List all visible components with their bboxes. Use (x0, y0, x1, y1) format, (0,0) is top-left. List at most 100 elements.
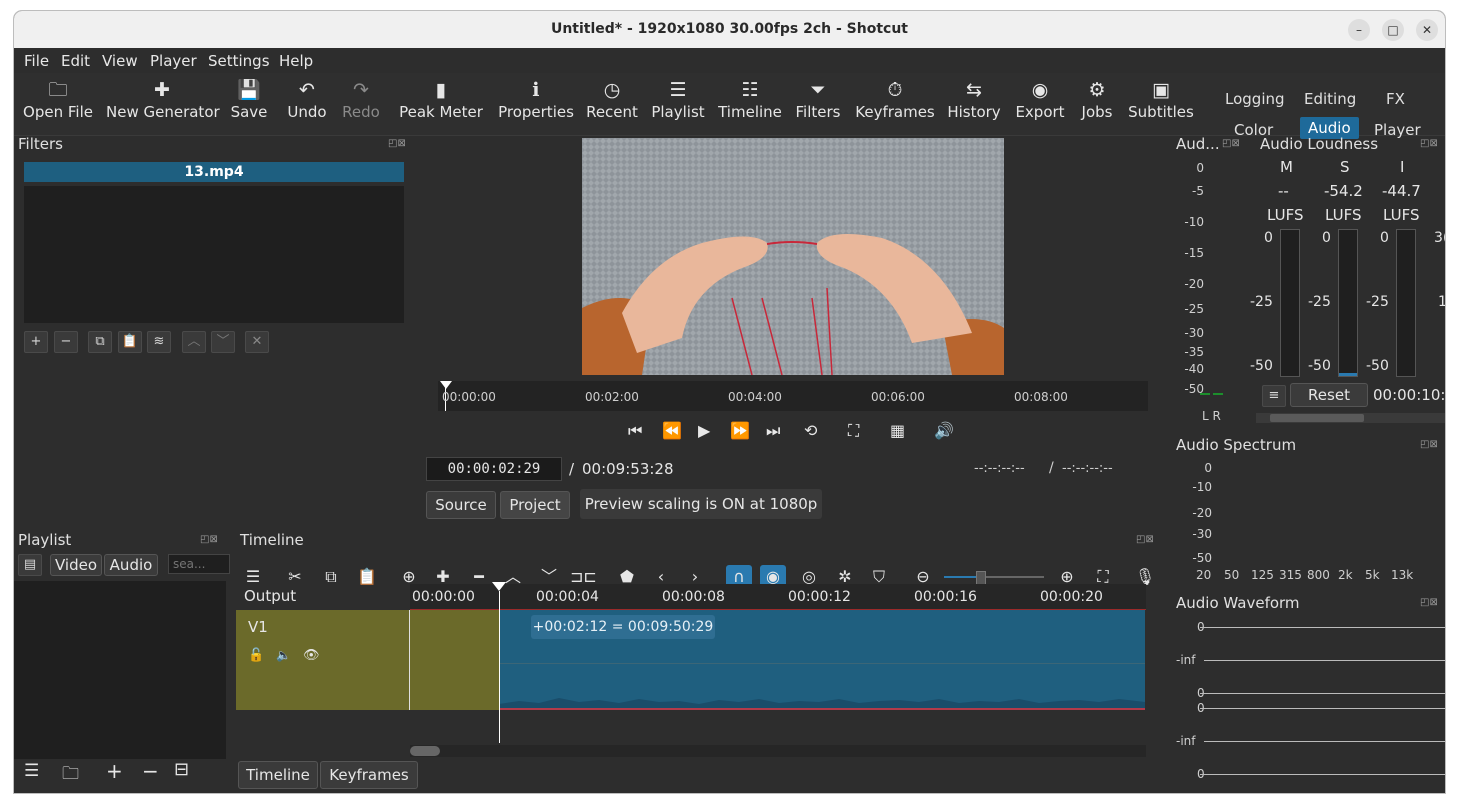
playlist-video-button[interactable]: Video (50, 554, 102, 576)
copy-filter-button[interactable]: ⧉ (88, 331, 112, 353)
mute-icon[interactable]: 🔈 (276, 648, 291, 662)
remove-filter-button[interactable]: − (54, 331, 78, 353)
menu-help[interactable]: Help (279, 52, 313, 70)
timeline-close-icon[interactable]: ◰⊠ (1136, 534, 1154, 545)
duration-label: 00:09:53:28 (582, 460, 674, 478)
player-playhead[interactable] (440, 381, 452, 389)
playlist-remove-icon[interactable]: − (142, 759, 159, 783)
playlist-view-icon[interactable]: ▤ (18, 554, 42, 576)
fast-forward-icon[interactable]: ⏩ (730, 421, 750, 440)
playlist-close-icon[interactable]: ◰⊠ (200, 534, 218, 545)
menu-edit[interactable]: Edit (61, 52, 90, 70)
menu-view[interactable]: View (102, 52, 138, 70)
v1-track-header[interactable]: V1 🔓 🔈 👁 (236, 610, 409, 710)
playlist-update-icon[interactable]: ⊟ (174, 759, 189, 780)
deselect-filter-button[interactable]: ✕ (245, 331, 269, 353)
grid-icon[interactable]: ▦ (890, 421, 905, 440)
undo-button[interactable]: ↶ Undo (286, 73, 328, 135)
redo-button[interactable]: ↷ Redo (340, 73, 382, 135)
history-button[interactable]: ⇆ History (946, 73, 1002, 135)
track-selected-area[interactable] (410, 610, 499, 710)
add-filter-button[interactable]: + (24, 331, 48, 353)
loudness-close-icon[interactable]: ◰⊠ (1420, 138, 1438, 149)
timeline-tab[interactable]: Timeline (238, 761, 318, 789)
playlist-list[interactable] (14, 581, 226, 759)
timeline-button[interactable]: ☷ Timeline (718, 73, 782, 135)
loudness-time: 00:00:10:0 (1373, 386, 1445, 404)
loudness-scale-mid: -25 (1366, 294, 1389, 310)
skip-next-icon[interactable]: ⏭ (766, 421, 780, 441)
maximize-button[interactable]: □ (1382, 19, 1404, 41)
timeline-ruler[interactable]: 00:00:00 00:00:04 00:00:08 00:00:12 00:0… (410, 584, 1146, 610)
lock-icon[interactable]: 🔓 (248, 648, 264, 663)
zoom-slider-handle[interactable] (976, 571, 986, 585)
layout-editing[interactable]: Editing (1304, 90, 1356, 108)
output-track-header[interactable]: Output (236, 584, 409, 610)
open-file-button[interactable]: 🗀 Open File (20, 73, 96, 135)
paste-filter-button[interactable]: 📋 (118, 331, 142, 353)
menu-file[interactable]: File (24, 52, 49, 70)
subtitles-icon: ▣ (1152, 79, 1170, 101)
loudness-unit: LUFS (1325, 206, 1362, 224)
playlist-search-input[interactable] (168, 554, 230, 574)
jobs-button[interactable]: ⚙ Jobs (1078, 73, 1116, 135)
filters-button[interactable]: ⏷ Filters (794, 73, 842, 135)
skip-previous-icon[interactable]: ⏮ (628, 421, 642, 441)
loop-icon[interactable]: ⟲ (804, 421, 817, 440)
waveform-close-icon[interactable]: ◰⊠ (1420, 597, 1438, 608)
ruler-tick-label: 00:04:00 (728, 390, 782, 404)
playlist-button[interactable]: ☰ Playlist (650, 73, 706, 135)
loudness-scale-top: 0 (1322, 230, 1331, 246)
playlist-menu-icon[interactable]: ☰ (24, 761, 39, 781)
export-button[interactable]: ◉ Export (1014, 73, 1066, 135)
position-timecode-input[interactable]: 00:00:02:29 (426, 457, 562, 481)
visibility-eye-icon[interactable]: 👁 (303, 648, 320, 663)
keyframes-button[interactable]: ⏱ Keyframes (854, 73, 936, 135)
layout-logging[interactable]: Logging (1225, 90, 1285, 108)
move-filter-down-button[interactable]: ﹀ (211, 331, 235, 353)
playlist-add-icon[interactable]: + (106, 759, 123, 783)
source-tab[interactable]: Source (426, 491, 496, 519)
volume-icon[interactable]: 🔊 (934, 421, 954, 440)
playlist-open-icon[interactable]: 🗀 (62, 761, 79, 790)
move-filter-up-button[interactable]: ︿ (182, 331, 206, 353)
recent-button[interactable]: ◷ Recent (585, 73, 639, 135)
timeline-scroll-handle[interactable] (410, 746, 440, 756)
zoom-slider[interactable] (944, 571, 1044, 585)
player-ruler[interactable]: 00:00:00 00:02:00 00:04:00 00:06:00 00:0… (438, 381, 1148, 411)
waveform-label: -inf (1176, 653, 1196, 667)
menu-settings[interactable]: Settings (208, 52, 270, 70)
properties-button[interactable]: ℹ Properties (496, 73, 576, 135)
layout-fx[interactable]: FX (1386, 90, 1405, 108)
minimize-button[interactable]: – (1348, 19, 1370, 41)
keyframes-tab[interactable]: Keyframes (320, 761, 418, 789)
subtitles-button[interactable]: ▣ Subtitles (1128, 73, 1194, 135)
peak-meter-button[interactable]: ▮ Peak Meter (398, 73, 484, 135)
rewind-icon[interactable]: ⏪ (662, 421, 682, 440)
video-frame-image (582, 138, 1004, 375)
timeline-playhead[interactable] (492, 582, 506, 591)
loudness-scrollbar[interactable] (1256, 413, 1445, 423)
loudness-menu-button[interactable]: ≡ (1262, 385, 1286, 407)
spectrum-close-icon[interactable]: ◰⊠ (1420, 439, 1438, 450)
new-generator-button[interactable]: ✚ New Generator (106, 73, 220, 135)
loudness-reset-button[interactable]: Reset (1290, 383, 1368, 407)
timeline-scrollbar[interactable] (410, 745, 1146, 757)
filter-sets-button[interactable]: ≋ (147, 331, 171, 353)
layout-player[interactable]: Player (1374, 121, 1421, 139)
loudness-scroll-handle[interactable] (1270, 414, 1364, 422)
filters-list[interactable] (24, 186, 404, 323)
loudness-unit: LUFS (1267, 206, 1304, 224)
save-button[interactable]: 💾 Save (228, 73, 270, 135)
audio-meter-close-icon[interactable]: ◰⊠ (1222, 138, 1240, 149)
menu-player[interactable]: Player (150, 52, 197, 70)
project-tab[interactable]: Project (500, 491, 570, 519)
zoom-fit-icon[interactable]: ⛶ (848, 421, 859, 441)
video-preview[interactable] (582, 138, 1004, 375)
play-icon[interactable]: ▶ (698, 421, 710, 440)
timeline-tick-label: 00:00:04 (536, 589, 599, 605)
audio-meter-title: Aud... (1176, 135, 1220, 153)
playlist-audio-button[interactable]: Audio (104, 554, 158, 576)
close-button[interactable]: ✕ (1416, 19, 1438, 41)
filters-panel-close-icon[interactable]: ◰⊠ (388, 138, 406, 149)
